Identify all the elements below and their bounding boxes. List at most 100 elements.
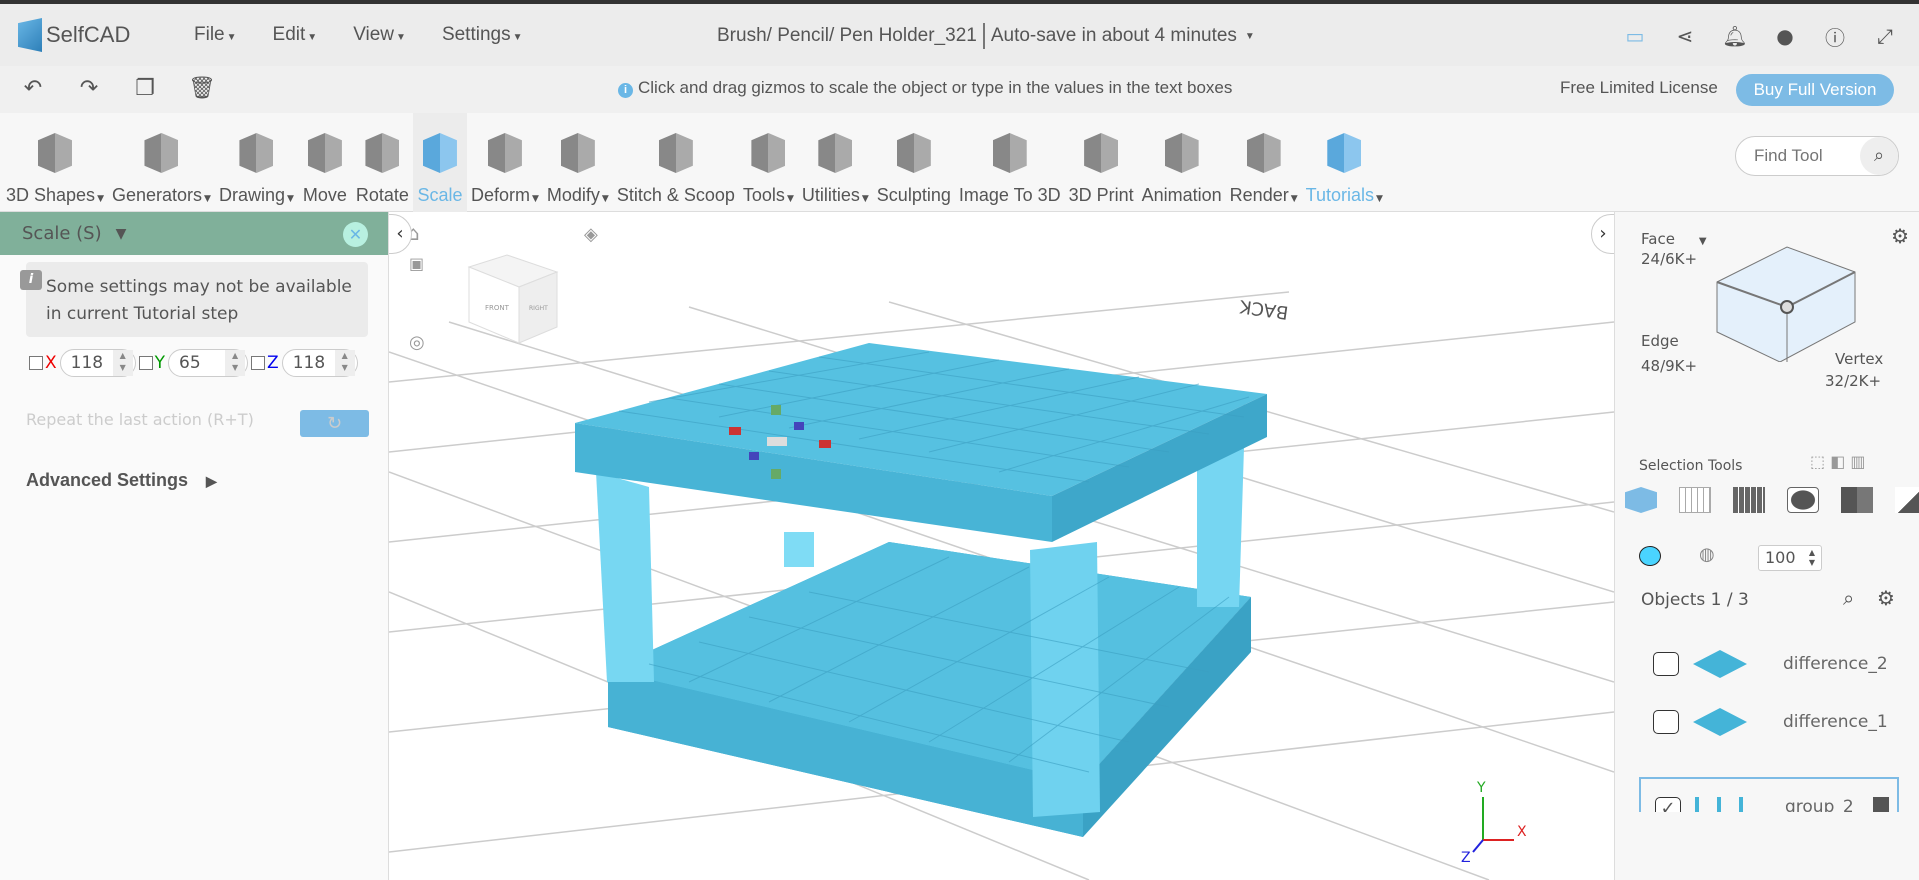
menu-settings[interactable]: Settings ▼ xyxy=(442,24,523,46)
tool-scale[interactable]: Scale xyxy=(412,113,467,212)
tool-sculpting[interactable]: Sculpting xyxy=(873,113,955,212)
object-thumbnail xyxy=(1693,650,1747,678)
stepper-icon[interactable]: ▲ ▼ xyxy=(225,350,246,376)
vertex-icon[interactable] xyxy=(1780,300,1794,314)
object-list-item[interactable]: difference_2 xyxy=(1639,634,1899,694)
group-icon[interactable] xyxy=(1873,797,1889,812)
y-scale-input[interactable]: 65 ▲ ▼ xyxy=(168,349,249,377)
info-icon[interactable]: ⓘ xyxy=(1821,22,1849,50)
select-grid-icon[interactable] xyxy=(1679,487,1711,513)
user-icon[interactable]: ● xyxy=(1771,22,1799,50)
find-tool[interactable]: ⌕ xyxy=(1735,136,1899,176)
object-list-item-selected[interactable]: ✓ group_2 xyxy=(1639,777,1899,812)
3d-viewport[interactable]: BACK FRONT RIGHT ⌂ ▣ ◎ ◈ Y X Z ‹ › xyxy=(389,212,1614,880)
selection-mode-cube[interactable] xyxy=(1695,242,1895,362)
collapse-arrow-icon[interactable]: ▼ xyxy=(116,226,127,242)
z-label: Z xyxy=(267,353,279,373)
select-sphere-icon[interactable] xyxy=(1787,487,1819,513)
gear-icon[interactable]: ⚙ xyxy=(1877,586,1895,610)
menu-edit[interactable]: Edit ▼ xyxy=(273,24,318,46)
scene[interactable]: BACK FRONT RIGHT ⌂ ▣ ◎ ◈ Y X Z xyxy=(389,212,1614,880)
selection-tools xyxy=(1625,487,1919,513)
fit-view-icon[interactable]: ▣ xyxy=(409,254,424,273)
stepper-icon[interactable]: ▲ ▼ xyxy=(334,350,355,376)
object-list-item[interactable]: difference_1 xyxy=(1639,692,1899,752)
search-icon[interactable]: ⌕ xyxy=(1860,137,1898,175)
tool-modify[interactable]: Modify ▼ xyxy=(543,113,613,212)
object-checkbox[interactable]: ✓ xyxy=(1655,797,1681,812)
buy-full-version-button[interactable]: Buy Full Version xyxy=(1736,74,1894,106)
hint-text: i Click and drag gizmos to scale the obje… xyxy=(618,78,1232,98)
animation-icon xyxy=(1159,129,1205,175)
tool-move[interactable]: Move xyxy=(298,113,352,212)
tool-rotate[interactable]: Rotate xyxy=(352,113,413,212)
rotate-icon xyxy=(359,129,405,175)
hint-label: Click and drag gizmos to scale the objec… xyxy=(638,78,1233,97)
z-scale-input[interactable]: 118 ▲ ▼ xyxy=(281,349,358,377)
share-icon[interactable]: ⋖ xyxy=(1671,22,1699,50)
license-label: Free Limited License xyxy=(1560,78,1718,97)
select-object-icon[interactable] xyxy=(1625,487,1657,513)
texture-icon[interactable]: ◍ xyxy=(1699,544,1715,565)
advanced-settings-toggle[interactable]: Advanced Settings ▶ xyxy=(26,470,217,491)
undo-icon[interactable]: ↶ xyxy=(20,76,46,102)
info-icon: i xyxy=(20,270,42,290)
document-title[interactable]: Brush/ Pencil/ Pen Holder_321 Auto-save i… xyxy=(717,23,1255,49)
x-scale-input[interactable]: 118 ▲ ▼ xyxy=(59,349,136,377)
render-icon xyxy=(1241,129,1287,175)
fullscreen-icon[interactable]: ⤢ xyxy=(1871,22,1899,50)
find-tool-input[interactable] xyxy=(1754,146,1854,166)
select-plane-icon[interactable] xyxy=(1895,487,1919,513)
tool-deform[interactable]: Deform ▼ xyxy=(467,113,543,212)
stepper-icon[interactable]: ▲ ▼ xyxy=(1809,548,1815,568)
delete-icon[interactable]: 🗑︎ xyxy=(188,76,216,102)
tool-generators[interactable]: Generators ▼ xyxy=(108,113,215,212)
select-solid-grid-icon[interactable] xyxy=(1733,487,1765,513)
search-icon[interactable]: ⌕ xyxy=(1843,586,1854,610)
z-lock-checkbox[interactable] xyxy=(251,356,266,370)
tool-render[interactable]: Render ▼ xyxy=(1226,113,1302,212)
view-cube[interactable]: FRONT RIGHT xyxy=(467,254,559,344)
select-half-cube-icon[interactable] xyxy=(1841,487,1873,513)
y-lock-checkbox[interactable] xyxy=(138,356,153,370)
menu-label: Settings xyxy=(441,24,511,45)
tool-label: Tutorials xyxy=(1305,185,1374,205)
camera-cube-icon[interactable]: ◈ xyxy=(584,224,598,245)
autosave-status[interactable]: Auto-save in about 4 minutes xyxy=(991,25,1237,47)
object-checkbox[interactable] xyxy=(1653,710,1679,734)
perspective-icon[interactable]: ◎ xyxy=(409,332,425,353)
tool-image-to-3d[interactable]: Image To 3D xyxy=(955,113,1065,212)
tool-utilities[interactable]: Utilities ▼ xyxy=(798,113,873,212)
tool-drawing[interactable]: Drawing ▼ xyxy=(215,113,298,212)
close-icon[interactable]: ✕ xyxy=(343,222,368,247)
vertex-label[interactable]: Vertex xyxy=(1835,350,1883,368)
object-checkbox[interactable] xyxy=(1653,652,1679,676)
stepper-icon[interactable]: ▲ ▼ xyxy=(112,350,133,376)
scale-panel: Scale (S) ▼ ✕ i Some settings may not be a… xyxy=(0,212,389,880)
opacity-input[interactable]: 100 ▲ ▼ xyxy=(1758,545,1822,571)
object-thumbnail xyxy=(1695,797,1749,812)
tool-3d-shapes[interactable]: 3D Shapes ▼ xyxy=(2,113,108,212)
tool-stitch-scoop[interactable]: Stitch & Scoop xyxy=(613,113,739,212)
tool-animation[interactable]: Animation xyxy=(1138,113,1226,212)
repeat-action-button[interactable]: ↻ xyxy=(300,410,369,437)
save-icon[interactable]: ▭ xyxy=(1621,22,1649,50)
menu-view[interactable]: View ▼ xyxy=(353,24,406,46)
box-select-icon[interactable]: ⬚ ◧ ▥ xyxy=(1810,452,1866,471)
tool-tutorials[interactable]: Tutorials ▼ xyxy=(1302,113,1387,212)
x-lock-checkbox[interactable] xyxy=(29,356,43,370)
edge-label[interactable]: Edge xyxy=(1641,332,1679,350)
redo-icon[interactable]: ↷ xyxy=(76,76,102,102)
project-name[interactable]: Brush/ Pencil/ Pen Holder_321 xyxy=(717,25,977,47)
copy-icon[interactable]: ❐ xyxy=(132,76,158,102)
tool-label: Deform xyxy=(470,185,530,205)
bell-icon[interactable]: 🔔︎ xyxy=(1721,22,1749,50)
menu-file[interactable]: File ▼ xyxy=(194,24,237,46)
tool-label: Scale xyxy=(417,185,463,205)
tool-3d-print[interactable]: 3D Print xyxy=(1065,113,1138,212)
3d-print-icon xyxy=(1078,129,1124,175)
selfcad-logo[interactable]: SelfCAD xyxy=(18,18,158,52)
tool-tools[interactable]: Tools ▼ xyxy=(739,113,798,212)
panel-header[interactable]: Scale (S) ▼ xyxy=(0,212,388,255)
color-picker[interactable] xyxy=(1639,546,1661,566)
